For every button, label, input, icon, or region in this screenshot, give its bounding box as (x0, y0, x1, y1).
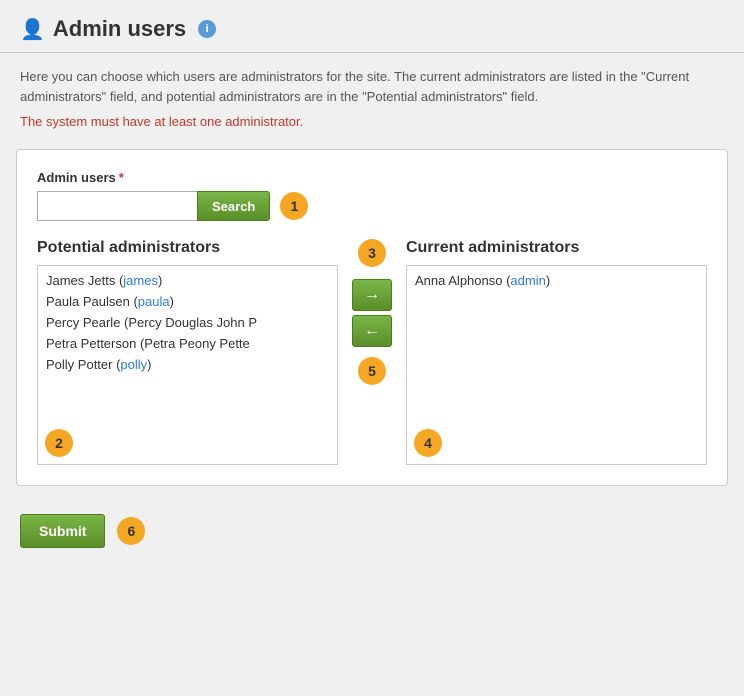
label-text: Admin users (37, 170, 116, 185)
potential-listbox-wrapper: James Jetts (james) Paula Paulsen (paula… (37, 265, 338, 465)
list-item[interactable]: Polly Potter (polly) (38, 354, 337, 375)
warning-text: The system must have at least one admini… (20, 114, 724, 129)
badge-6: 6 (117, 517, 145, 545)
badge-2: 2 (45, 429, 73, 457)
potential-heading: Potential administrators (37, 239, 338, 257)
description-text: Here you can choose which users are admi… (20, 67, 724, 106)
lists-section: Potential administrators James Jetts (ja… (37, 239, 707, 465)
list-item[interactable]: James Jetts (james) (38, 270, 337, 291)
username: polly (120, 357, 147, 372)
search-row: Search 1 (37, 191, 707, 221)
page-wrapper: 👤 Admin users i Here you can choose whic… (0, 0, 744, 696)
badge-3: 3 (358, 239, 386, 267)
move-left-button[interactable]: ← (352, 315, 392, 347)
form-container: Admin users* Search 1 Potential administ… (16, 149, 728, 486)
description-area: Here you can choose which users are admi… (0, 53, 744, 137)
move-right-button[interactable]: → (352, 279, 392, 311)
list-item[interactable]: Petra Petterson (Petra Peony Pette (38, 333, 337, 354)
submit-button[interactable]: Submit (20, 514, 105, 548)
person-icon: 👤 (20, 17, 45, 42)
search-button[interactable]: Search (197, 191, 270, 221)
middle-controls: 3 → ← 5 (338, 239, 406, 385)
current-listbox[interactable]: Anna Alphonso (admin) (406, 265, 707, 465)
required-star: * (119, 170, 124, 185)
potential-listbox[interactable]: James Jetts (james) Paula Paulsen (paula… (37, 265, 338, 465)
admin-users-label: Admin users* (37, 170, 707, 185)
list-item[interactable]: Percy Pearle (Percy Douglas John P (38, 312, 337, 333)
username: admin (510, 273, 545, 288)
page-title: Admin users (53, 16, 186, 42)
username: james (123, 273, 158, 288)
username: paula (138, 294, 170, 309)
list-item[interactable]: Anna Alphonso (admin) (407, 270, 706, 291)
info-icon[interactable]: i (198, 20, 216, 38)
search-input[interactable] (37, 191, 197, 221)
footer-area: Submit 6 (0, 498, 744, 564)
badge-4: 4 (414, 429, 442, 457)
current-listbox-wrapper: Anna Alphonso (admin) 4 (406, 265, 707, 465)
potential-administrators-column: Potential administrators James Jetts (ja… (37, 239, 338, 465)
badge-5: 5 (358, 357, 386, 385)
current-administrators-column: Current administrators Anna Alphonso (ad… (406, 239, 707, 465)
badge-1: 1 (280, 192, 308, 220)
current-heading: Current administrators (406, 239, 707, 257)
page-header: 👤 Admin users i (0, 0, 744, 53)
list-item[interactable]: Paula Paulsen (paula) (38, 291, 337, 312)
